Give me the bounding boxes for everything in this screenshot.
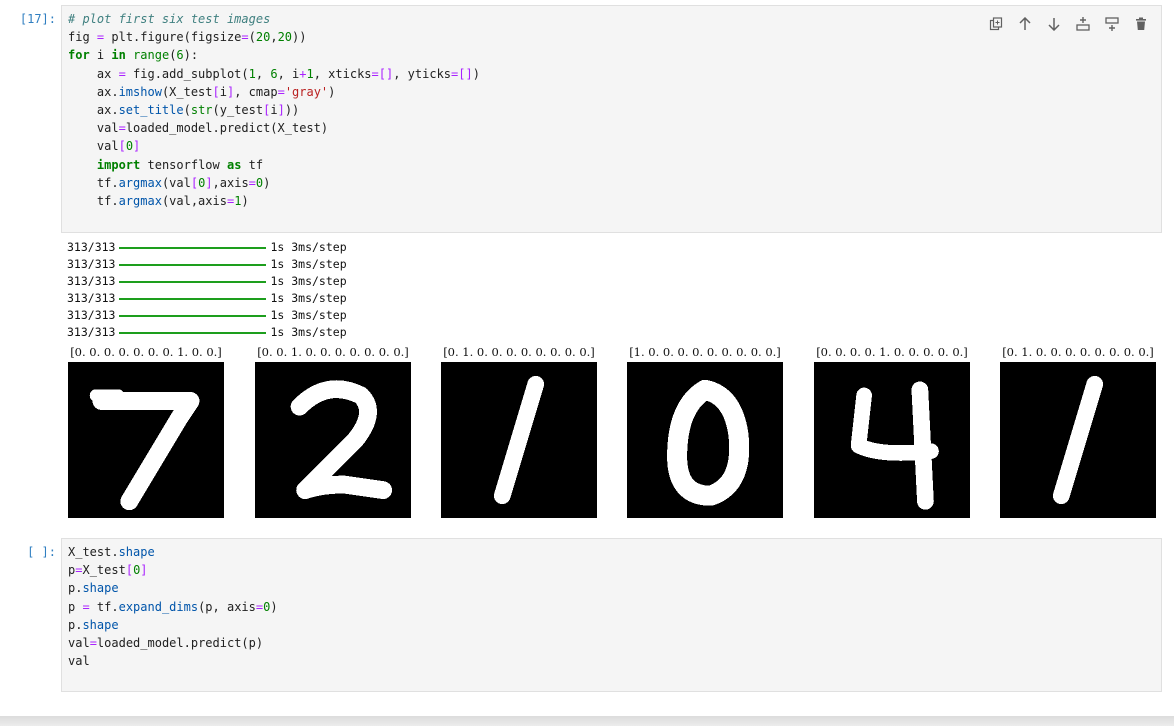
- progress-bar: [119, 263, 267, 266]
- subplot-title: [0. 0. 1. 0. 0. 0. 0. 0. 0. 0.]: [257, 345, 409, 359]
- digit-image-4: [814, 362, 970, 518]
- code2-line: p = tf.expand_dims(p, axis=0): [68, 599, 278, 614]
- progress-count: 313/313: [67, 308, 116, 322]
- progress-count: 313/313: [67, 291, 116, 305]
- code-line: val[0]: [68, 139, 141, 154]
- progress-time: 1s 3ms/step: [270, 291, 347, 305]
- progress-bar: [119, 314, 267, 317]
- progress-count: 313/313: [67, 257, 116, 271]
- code-line: ax.imshow(X_test[i], cmap='gray'): [68, 84, 336, 99]
- progress-line: 313/313 1s 3ms/step: [67, 239, 347, 256]
- progress-time: 1s 3ms/step: [270, 240, 347, 254]
- code-line: import tensorflow as tf: [96, 157, 264, 172]
- progress-time: 1s 3ms/step: [270, 325, 347, 339]
- progress-line: 313/313 1s 3ms/step: [67, 256, 347, 273]
- insert-below-icon[interactable]: [1102, 14, 1122, 34]
- code2-line: p=X_test[0]: [68, 563, 148, 578]
- cell-prompt-empty: [ ]:: [27, 545, 56, 559]
- move-down-icon[interactable]: [1044, 14, 1064, 34]
- code-line: ax = fig.add_subplot(1, 6, i+1, xticks=[…: [68, 66, 480, 81]
- duplicate-icon[interactable]: [986, 14, 1006, 34]
- move-up-icon[interactable]: [1015, 14, 1035, 34]
- cell-output: 313/313 1s 3ms/step 313/313 1s 3ms/step 313/…: [67, 239, 347, 341]
- progress-line: 313/313 1s 3ms/step: [67, 273, 347, 290]
- code-cell-input-2[interactable]: X_test.shape p=X_test[0] p.shape p = tf.exp…: [61, 538, 1162, 692]
- notebook-bottom-edge: [0, 716, 1174, 726]
- insert-above-icon[interactable]: [1073, 14, 1093, 34]
- progress-count: 313/313: [67, 274, 116, 288]
- progress-line: 313/313 1s 3ms/step: [67, 307, 347, 324]
- code-editor-2[interactable]: X_test.shape p=X_test[0] p.shape p = tf.exp…: [62, 539, 1161, 670]
- subplot-title: [0. 0. 0. 0. 0. 0. 0. 1. 0. 0.]: [70, 345, 222, 359]
- delete-icon[interactable]: [1131, 14, 1151, 34]
- digit-image-2: [255, 362, 411, 518]
- code-line: ax.set_title(str(y_test[i])): [68, 102, 300, 117]
- subplot-title: [0. 0. 0. 0. 1. 0. 0. 0. 0. 0.]: [816, 345, 968, 359]
- subplot-title: [1. 0. 0. 0. 0. 0. 0. 0. 0. 0.]: [629, 345, 781, 359]
- progress-count: 313/313: [67, 325, 116, 339]
- code2-line: p.shape: [68, 581, 119, 596]
- progress-bar: [119, 331, 267, 334]
- subplot-title: [0. 1. 0. 0. 0. 0. 0. 0. 0. 0.]: [1002, 345, 1154, 359]
- digit-image-7: [68, 362, 224, 518]
- code-line: tf.argmax(val[0],axis=0): [68, 175, 271, 190]
- code-cell-input[interactable]: # plot first six test images fig = plt.fi…: [61, 5, 1162, 233]
- progress-line: 313/313 1s 3ms/step: [67, 324, 347, 341]
- code2-line: X_test.shape: [68, 545, 155, 559]
- progress-line: 313/313 1s 3ms/step: [67, 290, 347, 307]
- cell-prompt-17: [17]:: [19, 12, 56, 26]
- progress-bar: [119, 280, 267, 283]
- progress-count: 313/313: [67, 240, 116, 254]
- code-line: for i in range(6):: [68, 48, 199, 63]
- digit-image-1: [1000, 362, 1156, 518]
- digit-image-0: [627, 362, 783, 518]
- digit-image-1: [441, 362, 597, 518]
- progress-bar: [119, 246, 267, 249]
- progress-time: 1s 3ms/step: [270, 274, 347, 288]
- progress-bar: [119, 297, 267, 300]
- code-line: tf.argmax(val,axis=1): [68, 193, 249, 208]
- code-editor[interactable]: # plot first six test images fig = plt.fi…: [62, 6, 1161, 210]
- subplot-title: [0. 1. 0. 0. 0. 0. 0. 0. 0. 0.]: [443, 345, 595, 359]
- code-line: val=loaded_model.predict(X_test): [68, 121, 329, 136]
- code2-line: val=loaded_model.predict(p): [68, 635, 264, 650]
- code2-line: p.shape: [68, 617, 119, 632]
- progress-time: 1s 3ms/step: [270, 257, 347, 271]
- cell-toolbar: [986, 14, 1151, 34]
- code2-line: val: [68, 654, 90, 669]
- progress-time: 1s 3ms/step: [270, 308, 347, 322]
